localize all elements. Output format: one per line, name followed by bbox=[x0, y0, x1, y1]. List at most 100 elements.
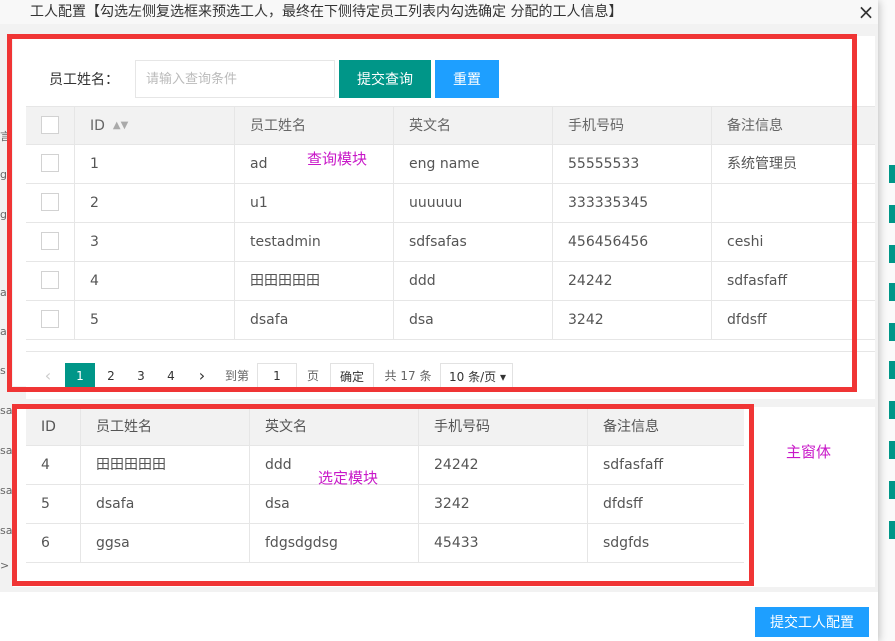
cell-name: testadmin bbox=[235, 223, 394, 261]
main-window-annotation: 主窗体 bbox=[786, 443, 832, 461]
goto-confirm-button[interactable]: 确定 bbox=[330, 363, 374, 389]
cell-english-name: uuuuuu bbox=[394, 184, 553, 222]
goto-label: 到第 bbox=[224, 369, 249, 383]
background-fragment: g bbox=[0, 208, 7, 221]
table-row[interactable]: 2 u1 uuuuuu 333335345 bbox=[26, 184, 875, 223]
row-checkbox-cell[interactable] bbox=[26, 301, 75, 339]
main-window-green-button bbox=[889, 283, 895, 301]
cell-english-name: dsa bbox=[394, 301, 553, 339]
header-id: ID bbox=[26, 408, 81, 445]
cell-english-name: ddd bbox=[394, 262, 553, 300]
cell-id: 1 bbox=[75, 145, 235, 183]
background-fragment: sa bbox=[0, 444, 13, 457]
cell-note: dfdsff bbox=[727, 312, 767, 328]
cell-id: 5 bbox=[26, 485, 81, 523]
query-module-annotation: 查询模块 bbox=[307, 150, 368, 168]
background-fragment: g bbox=[0, 168, 7, 181]
header-checkbox-cell[interactable] bbox=[26, 107, 75, 144]
prev-page-icon[interactable]: ‹ bbox=[40, 363, 56, 389]
submit-worker-config-button[interactable]: 提交工人配置 bbox=[755, 607, 869, 637]
background-fragment: sa bbox=[0, 404, 13, 417]
cell-id: 4 bbox=[26, 446, 81, 484]
cell-name: 田田田田田 bbox=[81, 446, 250, 484]
cell-note: sdfasfaff bbox=[727, 273, 788, 289]
background-fragment: sa bbox=[0, 524, 13, 537]
selected-table-header: ID 员工姓名 英文名 手机号码 备注信息 bbox=[26, 407, 744, 446]
close-icon[interactable]: × bbox=[855, 0, 877, 24]
row-checkbox[interactable] bbox=[41, 193, 59, 211]
search-label: 员工姓名： bbox=[49, 72, 119, 88]
row-checkbox-cell[interactable] bbox=[26, 184, 75, 222]
cell-english-name: eng name bbox=[394, 145, 553, 183]
dialog-footer: 提交工人配置 bbox=[0, 592, 878, 641]
cell-phone: 3242 bbox=[553, 301, 712, 339]
query-panel: 员工姓名： 提交查询 重置 ID ▲▼ 员工姓名 英文名 手机号码 备注信息 1 … bbox=[13, 36, 875, 399]
table-row[interactable]: 4 田田田田田 ddd 24242 sdfasfaff bbox=[26, 262, 875, 301]
header-english-name: 英文名 bbox=[394, 107, 553, 144]
table-row[interactable]: 4 田田田田田 ddd 24242 sdfasfaff bbox=[26, 446, 744, 485]
total-count: 共 17 条 bbox=[384, 369, 432, 383]
worker-config-dialog: 工人配置【勾选左侧复选框来预选工人，最终在下侧待定员工列表内勾选确定 分配的工人… bbox=[0, 0, 878, 641]
background-fragment: sa bbox=[0, 484, 13, 497]
cell-note: dfdsff bbox=[603, 496, 643, 512]
cell-id: 4 bbox=[75, 262, 235, 300]
table-row[interactable]: 3 testadmin sdfsafas 456456456 ceshi bbox=[26, 223, 875, 262]
query-table-header: ID ▲▼ 员工姓名 英文名 手机号码 备注信息 bbox=[26, 106, 875, 145]
cell-note bbox=[712, 184, 875, 222]
main-window-green-button bbox=[889, 245, 895, 263]
pagination: ‹ 1 2 3 4 › 到第 页 确定 共 17 条 10 条/页 ▾ bbox=[26, 351, 875, 399]
sort-icon[interactable]: ▲▼ bbox=[113, 121, 128, 131]
cell-phone: 45433 bbox=[419, 524, 588, 562]
background-fragment: > bbox=[0, 559, 10, 572]
select-all-checkbox[interactable] bbox=[41, 116, 59, 134]
cell-name: 田田田田田 bbox=[235, 262, 394, 300]
row-checkbox-cell[interactable] bbox=[26, 223, 75, 261]
row-checkbox[interactable] bbox=[41, 310, 59, 328]
header-id[interactable]: ID ▲▼ bbox=[75, 107, 235, 144]
goto-page-input[interactable] bbox=[257, 363, 297, 389]
header-name: 员工姓名 bbox=[81, 408, 250, 445]
cell-phone: 333335345 bbox=[553, 184, 712, 222]
page-size-select[interactable]: 10 条/页 ▾ bbox=[440, 363, 513, 389]
header-note: 备注信息 bbox=[603, 419, 659, 435]
table-row[interactable]: 5 dsafa dsa 3242 dfdsff bbox=[26, 485, 744, 524]
table-row[interactable]: 6 ggsa fdgsdgdsg 45433 sdgfds bbox=[26, 524, 744, 563]
cell-english-name: fdgsdgdsg bbox=[250, 524, 419, 562]
header-name: 员工姓名 bbox=[235, 107, 394, 144]
cell-id: 6 bbox=[26, 524, 81, 562]
header-phone: 手机号码 bbox=[419, 408, 588, 445]
submit-query-button[interactable]: 提交查询 bbox=[339, 60, 431, 98]
table-row[interactable]: 1 ad eng name 55555533 系统管理员 bbox=[26, 145, 875, 184]
selected-module-annotation: 选定模块 bbox=[318, 469, 379, 487]
main-window-green-button bbox=[889, 165, 895, 183]
header-note: 备注信息 bbox=[727, 118, 783, 134]
page-1-current[interactable]: 1 bbox=[65, 363, 95, 389]
row-checkbox[interactable] bbox=[41, 271, 59, 289]
page-2-link[interactable]: 2 bbox=[101, 363, 121, 389]
row-checkbox-cell[interactable] bbox=[26, 145, 75, 183]
background-fragment: 言 bbox=[0, 130, 11, 143]
main-window-green-button bbox=[889, 401, 895, 419]
row-checkbox[interactable] bbox=[41, 232, 59, 250]
next-page-icon[interactable]: › bbox=[194, 363, 210, 389]
header-phone: 手机号码 bbox=[553, 107, 712, 144]
row-checkbox[interactable] bbox=[41, 154, 59, 172]
main-window-green-button bbox=[889, 521, 895, 539]
search-input[interactable] bbox=[135, 60, 335, 98]
page-4-link[interactable]: 4 bbox=[161, 363, 181, 389]
cell-note: 系统管理员 bbox=[727, 156, 797, 172]
cell-name: u1 bbox=[235, 184, 394, 222]
reset-button[interactable]: 重置 bbox=[435, 60, 499, 98]
table-row[interactable]: 5 dsafa dsa 3242 dfdsff bbox=[26, 301, 875, 340]
main-window-green-button bbox=[889, 205, 895, 223]
cell-english-name: dsa bbox=[250, 485, 419, 523]
cell-phone: 24242 bbox=[419, 446, 588, 484]
header-id-label: ID bbox=[90, 118, 105, 134]
cell-phone: 55555533 bbox=[553, 145, 712, 183]
page-3-link[interactable]: 3 bbox=[131, 363, 151, 389]
dialog-title: 工人配置【勾选左侧复选框来预选工人，最终在下侧待定员工列表内勾选确定 分配的工人… bbox=[0, 0, 878, 24]
cell-english-name: sdfsafas bbox=[394, 223, 553, 261]
main-window-green-button bbox=[889, 441, 895, 459]
row-checkbox-cell[interactable] bbox=[26, 262, 75, 300]
selected-panel: ID 员工姓名 英文名 手机号码 备注信息 4 田田田田田 ddd 24242 … bbox=[13, 407, 875, 587]
